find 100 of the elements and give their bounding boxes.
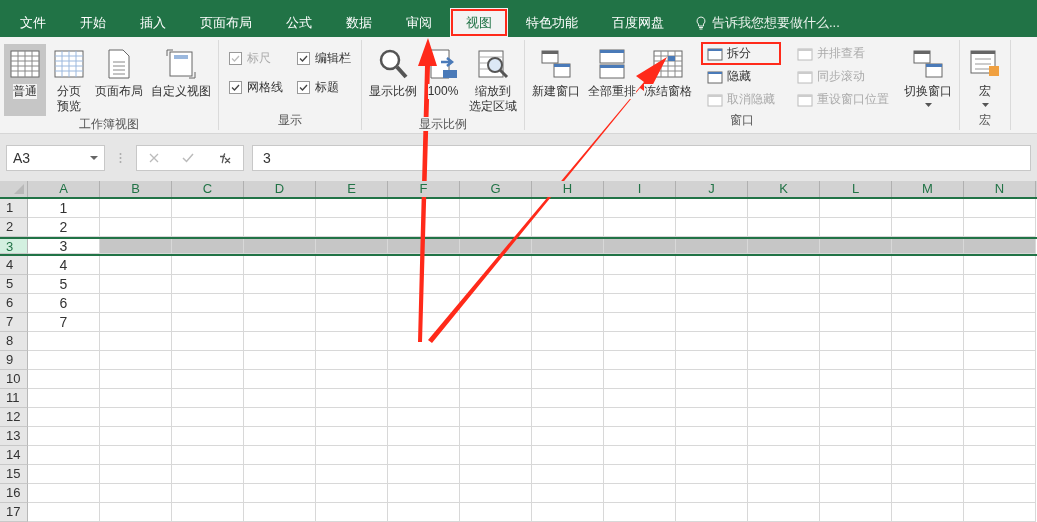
- checkbox[interactable]: 编辑栏: [297, 50, 351, 67]
- grid-cell: [460, 313, 532, 332]
- row-header[interactable]: 9: [0, 351, 28, 370]
- ribbon-button[interactable]: 切换窗口: [901, 44, 955, 112]
- row-header[interactable]: 4: [0, 256, 28, 275]
- ribbon-tab[interactable]: 审阅: [390, 8, 448, 37]
- ribbon-button[interactable]: 普通: [4, 44, 46, 116]
- grid-cell: [604, 503, 676, 522]
- ribbon-button[interactable]: 自定义视图: [148, 44, 214, 116]
- ribbon-small-button[interactable]: 隐藏: [703, 67, 779, 86]
- grid-cell: [892, 465, 964, 484]
- grid-cell: [532, 465, 604, 484]
- grid-cell: [172, 239, 244, 254]
- ribbon-button[interactable]: 新建窗口: [529, 44, 583, 112]
- magnifier-icon: [377, 48, 409, 80]
- ribbon-tab[interactable]: 数据: [330, 8, 388, 37]
- page-grid-icon: [53, 48, 85, 80]
- grid-cell: [748, 239, 820, 254]
- check-icon[interactable]: [182, 152, 194, 163]
- ribbon-button[interactable]: 显示比例: [366, 44, 420, 116]
- ribbon-tab[interactable]: 公式: [270, 8, 328, 37]
- row-header[interactable]: 12: [0, 408, 28, 427]
- ribbon-button[interactable]: 页面布局: [92, 44, 146, 116]
- function-icon[interactable]: [217, 151, 232, 164]
- table-cell: 6: [28, 294, 100, 313]
- grid-cell: [460, 389, 532, 408]
- table-cell: 3: [28, 239, 100, 254]
- grid-cell: [28, 370, 100, 389]
- row-header[interactable]: 7: [0, 313, 28, 332]
- grid-cell: [748, 256, 820, 275]
- ribbon-tab[interactable]: 插入: [124, 8, 182, 37]
- grid-cell: [244, 484, 316, 503]
- grid-cell: [820, 294, 892, 313]
- ribbon-tab[interactable]: 文件: [4, 8, 62, 37]
- grid-cell: [460, 370, 532, 389]
- grid-cell: [748, 389, 820, 408]
- row-header[interactable]: 6: [0, 294, 28, 313]
- ribbon-small-button[interactable]: 拆分: [703, 44, 779, 63]
- grid-cell: [964, 484, 1036, 503]
- ribbon-button[interactable]: 全部重排: [585, 44, 639, 112]
- row-header[interactable]: 17: [0, 503, 28, 522]
- row-header[interactable]: 10: [0, 370, 28, 389]
- grid-cell: [892, 389, 964, 408]
- grid-cell: [604, 351, 676, 370]
- row-header[interactable]: 15: [0, 465, 28, 484]
- grid-cell: [244, 332, 316, 351]
- grid-cell: [892, 408, 964, 427]
- grid-cell: [748, 294, 820, 313]
- ribbon-button[interactable]: 分页 预览: [48, 44, 90, 116]
- formula-field[interactable]: 3: [252, 144, 1031, 171]
- ribbon-tab[interactable]: 视图: [450, 8, 508, 37]
- grid-cell: [100, 370, 172, 389]
- grid-cell: [820, 313, 892, 332]
- ribbon-button[interactable]: 宏: [964, 44, 1006, 112]
- grid-cell: [964, 313, 1036, 332]
- name-box[interactable]: A3: [6, 144, 105, 171]
- grid-cell: [604, 427, 676, 446]
- grid-cell: [604, 218, 676, 237]
- row-header[interactable]: 13: [0, 427, 28, 446]
- grid-cell: [316, 351, 388, 370]
- grid-cell: [316, 218, 388, 237]
- checkbox-square-icon: [229, 81, 242, 94]
- checkbox[interactable]: 标题: [297, 79, 351, 96]
- row-header[interactable]: 16: [0, 484, 28, 503]
- row-header[interactable]: 14: [0, 446, 28, 465]
- ribbon-tab[interactable]: 页面布局: [184, 8, 268, 37]
- grid-cell: [676, 239, 748, 254]
- checkbox[interactable]: 网格线: [229, 79, 283, 96]
- ribbon-button[interactable]: 缩放到 选定区域: [466, 44, 520, 116]
- row-header[interactable]: 5: [0, 275, 28, 294]
- grid-cell: [604, 256, 676, 275]
- grid-cell: [532, 275, 604, 294]
- ribbon-tab[interactable]: 百度网盘: [596, 8, 680, 37]
- grid-cell: [28, 332, 100, 351]
- tell-me-field[interactable]: 告诉我您想要做什么...: [696, 8, 864, 37]
- cancel-icon[interactable]: [148, 152, 159, 163]
- row-header[interactable]: 8: [0, 332, 28, 351]
- grid-cell: [460, 427, 532, 446]
- grid-cell: [532, 503, 604, 522]
- grid-cell: [532, 408, 604, 427]
- grid-cell: [820, 484, 892, 503]
- grid-cell: [100, 218, 172, 237]
- grid-cell: [604, 294, 676, 313]
- row-header[interactable]: 11: [0, 389, 28, 408]
- grid-cell: [244, 275, 316, 294]
- grid-cell: [820, 256, 892, 275]
- grid-cell: [244, 294, 316, 313]
- table-cell: 4: [28, 256, 100, 275]
- grid-cell: [460, 351, 532, 370]
- row-header[interactable]: 3: [0, 239, 28, 254]
- grid-cell: [892, 294, 964, 313]
- row-header[interactable]: 1: [0, 199, 28, 218]
- select-all-icon[interactable]: [14, 184, 24, 194]
- row-header[interactable]: 2: [0, 218, 28, 237]
- grid-cell: [676, 313, 748, 332]
- ribbon-tab[interactable]: 特色功能: [510, 8, 594, 37]
- ribbon-tab[interactable]: 开始: [64, 8, 122, 37]
- grid-cell: [676, 446, 748, 465]
- caret-icon: [981, 103, 989, 107]
- grid-cell: [244, 465, 316, 484]
